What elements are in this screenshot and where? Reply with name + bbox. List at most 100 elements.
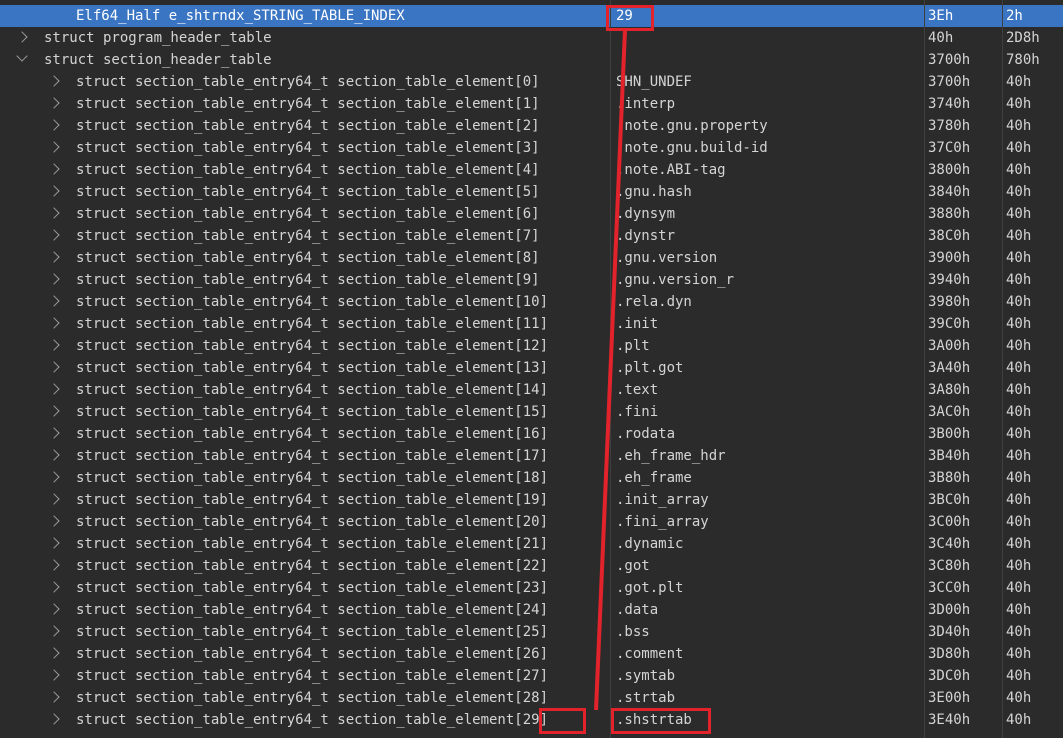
chevron-right-icon[interactable]	[48, 361, 60, 373]
row-value: .comment	[612, 643, 924, 665]
table-row[interactable]: struct section_table_entry64_t section_t…	[0, 115, 1063, 137]
row-value: 29	[612, 5, 924, 27]
row-value: .gnu.version_r	[612, 269, 924, 291]
chevron-right-icon[interactable]	[48, 273, 60, 285]
table-row[interactable]: struct section_table_entry64_t section_t…	[0, 181, 1063, 203]
table-row[interactable]: struct section_table_entry64_t section_t…	[0, 709, 1063, 731]
chevron-right-icon[interactable]	[48, 647, 60, 659]
row-value-text: .dynamic	[616, 536, 684, 552]
chevron-right-icon[interactable]	[48, 317, 60, 329]
table-row[interactable]: struct section_table_entry64_t section_t…	[0, 137, 1063, 159]
row-value-text: .strtab	[616, 690, 676, 706]
table-row[interactable]: struct section_table_entry64_t section_t…	[0, 621, 1063, 643]
chevron-right-icon[interactable]	[48, 515, 60, 527]
table-row[interactable]: struct section_table_entry64_t section_t…	[0, 379, 1063, 401]
row-name-text: struct section_table_entry64_t section_t…	[76, 74, 540, 90]
table-row[interactable]: struct section_table_entry64_t section_t…	[0, 401, 1063, 423]
chevron-right-icon[interactable]	[48, 559, 60, 571]
row-start: 3B80h	[928, 470, 971, 486]
chevron-right-icon[interactable]	[48, 207, 60, 219]
row-name-text: struct section_table_entry64_t section_t…	[76, 338, 549, 354]
row-value-text: .gnu.hash	[616, 184, 692, 200]
table-row[interactable]: struct section_table_entry64_t section_t…	[0, 687, 1063, 709]
chevron-right-icon[interactable]	[48, 427, 60, 439]
table-row[interactable]: struct section_table_entry64_t section_t…	[0, 203, 1063, 225]
table-row[interactable]: struct section_table_entry64_t section_t…	[0, 71, 1063, 93]
table-row[interactable]: struct section_table_entry64_t section_t…	[0, 335, 1063, 357]
chevron-right-icon[interactable]	[48, 603, 60, 615]
table-row[interactable]: struct section_table_entry64_t section_t…	[0, 467, 1063, 489]
chevron-right-icon[interactable]	[48, 449, 60, 461]
chevron-right-icon[interactable]	[48, 185, 60, 197]
row-value-text: .plt	[616, 338, 650, 354]
table-row[interactable]: struct section_header_table 3700h 780h	[0, 49, 1063, 71]
row-start: 37C0h	[928, 140, 971, 156]
table-row[interactable]: struct section_table_entry64_t section_t…	[0, 269, 1063, 291]
row-size: 40h	[1006, 646, 1032, 662]
chevron-right-icon[interactable]	[16, 31, 28, 43]
row-e-shtrndx[interactable]: Elf64_Half e_shtrndx_STRING_TABLE_INDEX …	[0, 5, 1063, 27]
row-size: 2h	[1006, 8, 1023, 24]
chevron-right-icon[interactable]	[48, 691, 60, 703]
chevron-right-icon[interactable]	[48, 97, 60, 109]
table-row[interactable]: struct section_table_entry64_t section_t…	[0, 423, 1063, 445]
chevron-right-icon[interactable]	[48, 229, 60, 241]
chevron-down-icon[interactable]	[16, 50, 28, 62]
chevron-right-icon[interactable]	[48, 383, 60, 395]
table-row[interactable]: struct section_table_entry64_t section_t…	[0, 225, 1063, 247]
chevron-right-icon[interactable]	[48, 669, 60, 681]
chevron-right-icon[interactable]	[48, 295, 60, 307]
row-size: 40h	[1006, 140, 1032, 156]
table-row[interactable]: struct section_table_entry64_t section_t…	[0, 643, 1063, 665]
row-size: 40h	[1006, 228, 1032, 244]
table-row[interactable]: struct section_table_entry64_t section_t…	[0, 445, 1063, 467]
table-row[interactable]: struct section_table_entry64_t section_t…	[0, 313, 1063, 335]
table-row[interactable]: struct section_table_entry64_t section_t…	[0, 159, 1063, 181]
row-size: 40h	[1006, 184, 1032, 200]
row-value-text: .eh_frame	[616, 470, 692, 486]
chevron-right-icon[interactable]	[48, 119, 60, 131]
row-start: 3E00h	[928, 690, 971, 706]
chevron-right-icon[interactable]	[48, 625, 60, 637]
chevron-right-icon[interactable]	[48, 251, 60, 263]
table-row[interactable]: struct section_table_entry64_t section_t…	[0, 511, 1063, 533]
row-start: 3740h	[928, 96, 971, 112]
row-value-text: 29	[616, 8, 633, 24]
row-value-text: .init_array	[616, 492, 709, 508]
chevron-right-icon[interactable]	[48, 163, 60, 175]
row-size: 40h	[1006, 492, 1032, 508]
row-name: struct section_table_entry64_t section_t…	[0, 335, 610, 357]
table-row[interactable]: struct section_table_entry64_t section_t…	[0, 555, 1063, 577]
chevron-right-icon[interactable]	[48, 339, 60, 351]
chevron-right-icon[interactable]	[48, 405, 60, 417]
table-row[interactable]: struct section_table_entry64_t section_t…	[0, 291, 1063, 313]
table-row[interactable]: struct section_table_entry64_t section_t…	[0, 357, 1063, 379]
row-start: 3C00h	[928, 514, 971, 530]
row-value-text: .symtab	[616, 668, 676, 684]
table-row[interactable]: struct section_table_entry64_t section_t…	[0, 489, 1063, 511]
table-row[interactable]: struct section_table_entry64_t section_t…	[0, 533, 1063, 555]
row-start: 40h	[928, 30, 954, 46]
chevron-right-icon[interactable]	[48, 537, 60, 549]
row-name: struct section_table_entry64_t section_t…	[0, 533, 610, 555]
chevron-right-icon[interactable]	[48, 493, 60, 505]
row-size: 40h	[1006, 272, 1032, 288]
row-name: struct section_table_entry64_t section_t…	[0, 203, 610, 225]
table-row[interactable]: struct section_table_entry64_t section_t…	[0, 93, 1063, 115]
row-start: 3E40h	[928, 712, 971, 728]
table-row[interactable]: struct section_table_entry64_t section_t…	[0, 247, 1063, 269]
table-row[interactable]: struct section_table_entry64_t section_t…	[0, 665, 1063, 687]
chevron-right-icon[interactable]	[48, 75, 60, 87]
column-divider	[1002, 0, 1003, 738]
chevron-right-icon[interactable]	[48, 713, 60, 725]
row-value-text: .got.plt	[616, 580, 684, 596]
table-row[interactable]: struct program_header_table 40h 2D8h	[0, 27, 1063, 49]
row-name: struct section_table_entry64_t section_t…	[0, 181, 610, 203]
table-row[interactable]: struct section_table_entry64_t section_t…	[0, 577, 1063, 599]
chevron-right-icon[interactable]	[48, 141, 60, 153]
chevron-right-icon[interactable]	[48, 471, 60, 483]
template-results-table: Elf64_Half e_shtrndx_STRING_TABLE_INDEX …	[0, 0, 1063, 738]
table-row[interactable]: struct section_table_entry64_t section_t…	[0, 599, 1063, 621]
chevron-right-icon[interactable]	[48, 581, 60, 593]
row-start: 3A80h	[928, 382, 971, 398]
